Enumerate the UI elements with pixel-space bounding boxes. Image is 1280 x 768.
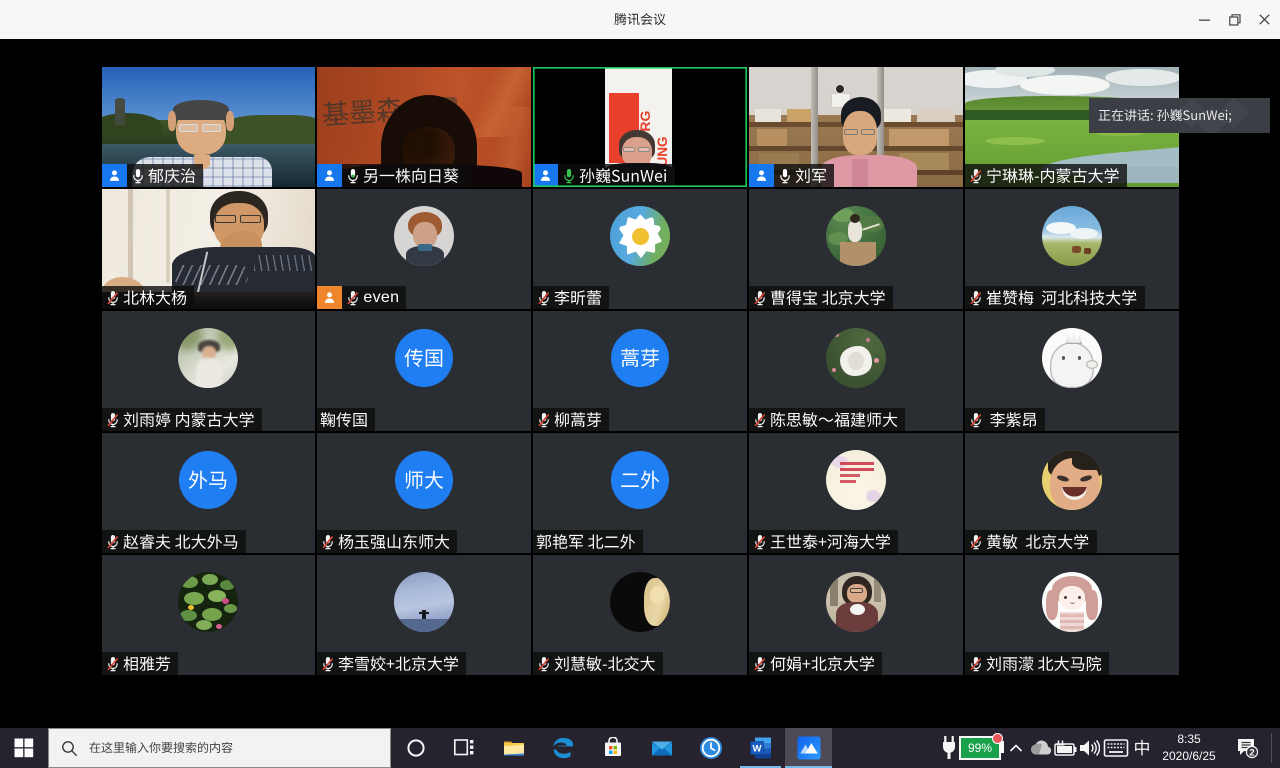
svg-text:2: 2 [1249,748,1254,759]
svg-text:W: W [753,744,762,755]
